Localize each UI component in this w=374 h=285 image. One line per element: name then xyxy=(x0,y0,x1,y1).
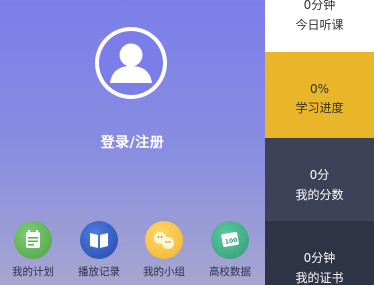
shortcut-my-plan[interactable]: 我的计划 xyxy=(3,221,63,279)
account-screen: 登录/注册 我的计划 播放记录 我的小组 100 高校数据 0分钟 今日听课 0… xyxy=(0,0,374,285)
shortcut-university-data[interactable]: 100 高校数据 xyxy=(200,221,260,279)
open-book-icon xyxy=(80,221,118,259)
stat-study-progress[interactable]: 0% 学习进度 xyxy=(265,52,374,138)
stat-label: 学习进度 xyxy=(295,101,344,115)
shortcut-label: 我的小组 xyxy=(143,266,185,278)
stat-value: 0分钟 xyxy=(303,0,336,12)
calendar-icon xyxy=(14,221,52,259)
stat-label: 我的分数 xyxy=(295,188,344,202)
group-faces-icon xyxy=(145,221,183,259)
stat-value: 0% xyxy=(309,82,330,96)
profile-panel: 登录/注册 我的计划 播放记录 我的小组 100 高校数据 xyxy=(0,0,265,285)
shortcut-label: 高校数据 xyxy=(209,266,251,278)
login-register-link[interactable]: 登录/注册 xyxy=(0,132,265,152)
stat-my-score[interactable]: 0分 我的分数 xyxy=(265,138,374,221)
score-card-icon: 100 xyxy=(211,221,249,259)
shortcut-my-group[interactable]: 我的小组 xyxy=(134,221,194,279)
shortcut-label: 播放记录 xyxy=(78,266,120,278)
stat-my-certificate[interactable]: 0分钟 我的证书 xyxy=(265,221,374,285)
stat-value: 0分钟 xyxy=(303,251,336,265)
shortcut-label: 我的计划 xyxy=(12,266,54,278)
user-avatar-icon[interactable] xyxy=(95,27,167,99)
stat-today-listening[interactable]: 0分钟 今日听课 xyxy=(265,0,374,52)
stat-value: 0分 xyxy=(309,168,330,182)
shortcut-play-history[interactable]: 播放记录 xyxy=(69,221,129,279)
stat-label: 今日听课 xyxy=(295,18,344,32)
stat-label: 我的证书 xyxy=(295,271,344,285)
